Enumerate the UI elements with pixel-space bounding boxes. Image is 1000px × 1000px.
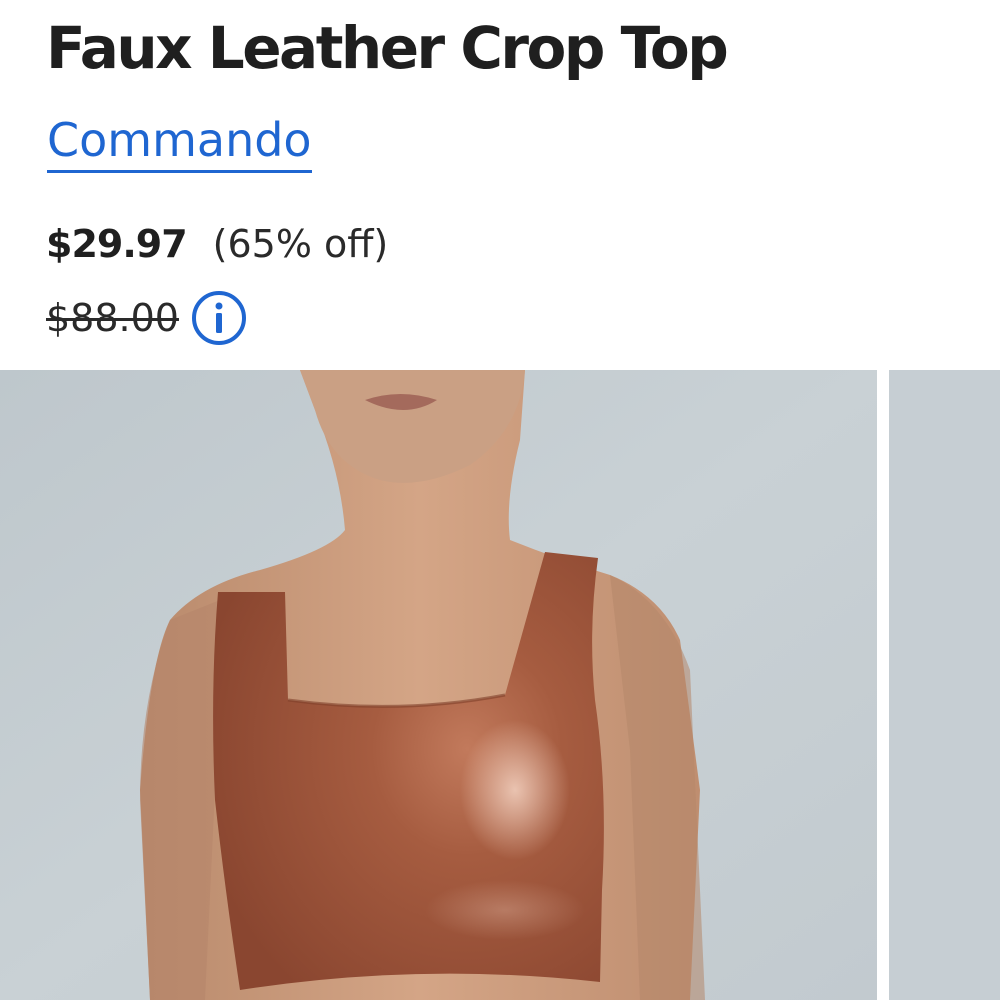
- product-title: Faux Leather Crop Top: [46, 14, 729, 82]
- product-image-gallery[interactable]: [0, 370, 1000, 1000]
- product-image-main[interactable]: [0, 370, 877, 1000]
- original-price: $88.00: [46, 296, 179, 340]
- price-row: $29.97 (65% off): [46, 222, 388, 266]
- brand-link[interactable]: Commando: [47, 112, 312, 173]
- original-price-row: $88.00: [46, 290, 247, 346]
- product-image-next[interactable]: [889, 370, 1000, 1000]
- current-price: $29.97: [46, 222, 188, 266]
- discount-label: (65% off): [212, 222, 389, 266]
- info-icon[interactable]: [191, 290, 247, 346]
- product-page: Faux Leather Crop Top Commando $29.97 (6…: [0, 0, 1000, 1000]
